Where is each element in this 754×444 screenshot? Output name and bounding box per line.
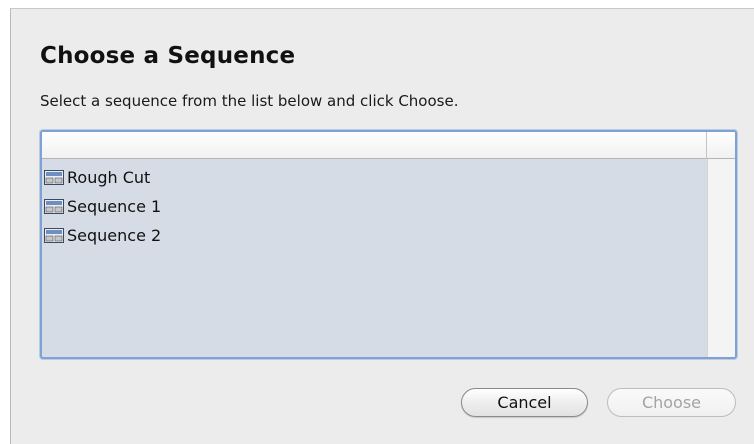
sequence-icon — [44, 170, 64, 185]
choose-button[interactable]: Choose — [607, 388, 736, 417]
sequence-icon — [44, 199, 64, 214]
list-header — [42, 132, 735, 159]
list-item-label: Rough Cut — [67, 168, 151, 187]
column-separator — [706, 132, 707, 159]
scrollbar-track[interactable] — [707, 159, 735, 357]
list-item[interactable]: Rough Cut — [44, 163, 705, 192]
cancel-button[interactable]: Cancel — [461, 388, 588, 417]
choose-sequence-dialog: Choose a Sequence Select a sequence from… — [10, 8, 754, 444]
sequence-list[interactable]: Rough Cut Sequence 1 Sequence 2 — [40, 130, 737, 359]
list-body: Rough Cut Sequence 1 Sequence 2 — [44, 163, 705, 357]
list-item[interactable]: Sequence 2 — [44, 221, 705, 250]
list-item-label: Sequence 1 — [67, 197, 162, 216]
dialog-instructions: Select a sequence from the list below an… — [40, 92, 459, 110]
list-item-label: Sequence 2 — [67, 226, 162, 245]
sequence-icon — [44, 228, 64, 243]
dialog-title: Choose a Sequence — [40, 43, 296, 69]
list-item[interactable]: Sequence 1 — [44, 192, 705, 221]
